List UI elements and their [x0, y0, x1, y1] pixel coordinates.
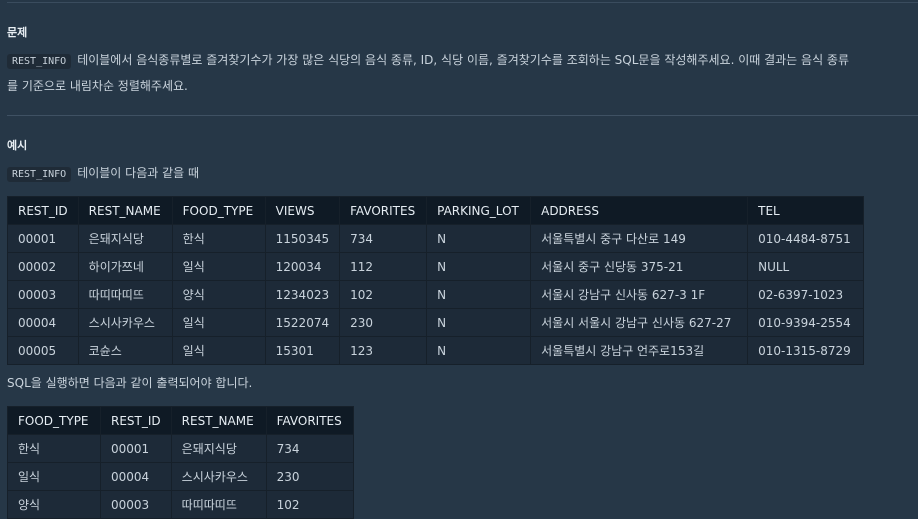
table-cell: 한식 [7, 434, 101, 463]
table-cell: N [426, 336, 532, 365]
table-cell: 123 [339, 336, 428, 365]
table-cell: 15301 [264, 336, 341, 365]
column-header: TEL [747, 196, 865, 225]
table-header-row: FOOD_TYPE REST_ID REST_NAME FAVORITES [7, 406, 354, 435]
rest-info-table: REST_ID REST_NAME FOOD_TYPE VIEWS FAVORI… [7, 196, 865, 365]
table-row: 00005 코슌스 일식 15301 123 N 서울특별시 강남구 언주로15… [7, 336, 865, 365]
table-name-code: REST_INFO [7, 167, 72, 182]
example-heading: 예시 [7, 139, 28, 152]
table-cell: 서울시 중구 신당동 375-21 [530, 252, 749, 281]
table-cell: 112 [339, 252, 428, 281]
table-cell: 00004 [100, 462, 172, 491]
table-row: 00004 스시사카우스 일식 1522074 230 N 서울시 서울시 강남… [7, 308, 865, 337]
table-cell: 양식 [7, 490, 101, 519]
table-cell: 102 [339, 280, 428, 309]
table-cell: 02-6397-1023 [747, 280, 865, 309]
table-cell: 은돼지식당 [170, 434, 267, 463]
column-header: FAVORITES [265, 406, 354, 435]
problem-text-line1: 테이블에서 음식종류별로 즐겨찾기수가 가장 많은 식당의 음식 종류, ID,… [77, 53, 849, 67]
table-cell: 일식 [171, 252, 266, 281]
table-cell: 102 [265, 490, 354, 519]
table-cell: 서울특별시 강남구 언주로153길 [530, 336, 749, 365]
table-cell: 스시사카우스 [77, 308, 173, 337]
column-header: FOOD_TYPE [171, 196, 266, 225]
top-divider [7, 2, 918, 3]
table-cell: 1522074 [264, 308, 341, 337]
table-cell: 하이가쯔네 [77, 252, 173, 281]
column-header: VIEWS [264, 196, 341, 225]
column-header: REST_NAME [77, 196, 173, 225]
table-cell: 1150345 [264, 224, 341, 253]
table-cell: 일식 [171, 336, 266, 365]
table-cell: 한식 [171, 224, 266, 253]
table-row: 일식 00004 스시사카우스 230 [7, 462, 354, 491]
table-cell: 00001 [100, 434, 172, 463]
table-cell: 일식 [171, 308, 266, 337]
table-row: 양식 00003 따띠따띠뜨 102 [7, 490, 354, 519]
table-cell: 양식 [171, 280, 266, 309]
table-cell: 010-9394-2554 [747, 308, 865, 337]
table-cell: 010-4484-8751 [747, 224, 865, 253]
column-header: REST_ID [100, 406, 172, 435]
example-intro: REST_INFO 테이블이 다음과 같을 때 [7, 161, 912, 187]
result-intro: SQL을 실행하면 다음과 같이 출력되어야 합니다. [7, 376, 253, 390]
table-cell: N [426, 308, 532, 337]
table-cell: 010-1315-8729 [747, 336, 865, 365]
table-cell: 일식 [7, 462, 101, 491]
table-header-row: REST_ID REST_NAME FOOD_TYPE VIEWS FAVORI… [7, 196, 865, 225]
problem-heading: 문제 [7, 26, 28, 39]
table-cell: 734 [339, 224, 428, 253]
table-cell: 00001 [7, 224, 79, 253]
column-header: REST_NAME [170, 406, 267, 435]
table-row: 00002 하이가쯔네 일식 120034 112 N 서울시 중구 신당동 3… [7, 252, 865, 281]
table-cell: 서울시 강남구 신사동 627-3 1F [530, 280, 749, 309]
table-cell: 서울특별시 중구 다산로 149 [530, 224, 749, 253]
table-cell: 230 [265, 462, 354, 491]
table-row: 00001 은돼지식당 한식 1150345 734 N 서울특별시 중구 다산… [7, 224, 865, 253]
table-cell: N [426, 280, 532, 309]
table-cell: 00004 [7, 308, 79, 337]
table-cell: 서울시 서울시 강남구 신사동 627-27 [530, 308, 749, 337]
table-cell: NULL [747, 252, 865, 281]
column-header: ADDRESS [530, 196, 749, 225]
table-cell: 따띠따띠뜨 [170, 490, 267, 519]
table-cell: 은돼지식당 [77, 224, 173, 253]
section-divider [7, 115, 918, 116]
table-cell: 00005 [7, 336, 79, 365]
example-intro-text: 테이블이 다음과 같을 때 [77, 166, 200, 180]
problem-text-line2: 를 기준으로 내림차순 정렬해주세요. [7, 79, 188, 93]
table-cell: N [426, 252, 532, 281]
column-header: FAVORITES [339, 196, 428, 225]
table-name-code: REST_INFO [7, 54, 72, 69]
problem-description: REST_INFO 테이블에서 음식종류별로 즐겨찾기수가 가장 많은 식당의 음… [7, 48, 912, 99]
table-cell: 1234023 [264, 280, 341, 309]
column-header: FOOD_TYPE [7, 406, 101, 435]
table-row: 한식 00001 은돼지식당 734 [7, 434, 354, 463]
table-cell: 120034 [264, 252, 341, 281]
table-row: 00003 따띠따띠뜨 양식 1234023 102 N 서울시 강남구 신사동… [7, 280, 865, 309]
table-cell: 230 [339, 308, 428, 337]
table-cell: 00003 [100, 490, 172, 519]
column-header: REST_ID [7, 196, 79, 225]
table-cell: 스시사카우스 [170, 462, 267, 491]
table-cell: 734 [265, 434, 354, 463]
result-table: FOOD_TYPE REST_ID REST_NAME FAVORITES 한식… [7, 406, 354, 519]
column-header: PARKING_LOT [426, 196, 532, 225]
table-cell: N [426, 224, 532, 253]
table-cell: 00003 [7, 280, 79, 309]
table-cell: 따띠따띠뜨 [77, 280, 173, 309]
table-cell: 00002 [7, 252, 79, 281]
table-cell: 코슌스 [77, 336, 173, 365]
